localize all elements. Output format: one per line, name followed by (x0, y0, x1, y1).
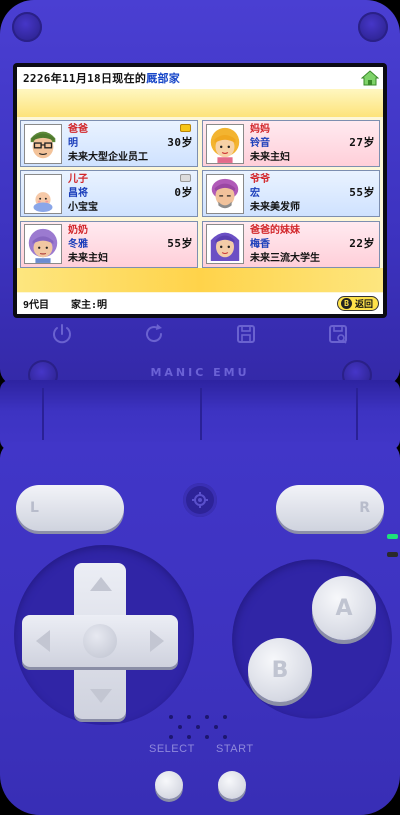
member-age: 0岁 (174, 186, 193, 200)
l-shoulder-button[interactable]: L (16, 485, 124, 531)
r-label: R (359, 500, 370, 516)
date-header: 2226年11月18日现在的 厩部家 (17, 67, 383, 89)
dpad-up-arrow-icon[interactable] (90, 577, 112, 591)
member-role: 奶奶 (68, 224, 88, 236)
aunt-portrait-icon (206, 224, 244, 265)
member-role: 妈妈 (250, 124, 270, 135)
sky-banner (17, 89, 383, 117)
member-age: 55岁 (167, 236, 193, 250)
ground-banner (17, 268, 383, 292)
a-label: A (335, 595, 353, 621)
b-key-icon: B (340, 298, 352, 309)
dpad-center (83, 624, 117, 658)
family-grid: 爸爸 明 未来大型企业员工 30岁 妈妈 铃音 未来主妇 27岁 儿子 昌将 小… (20, 120, 380, 268)
a-button[interactable]: A (312, 576, 376, 640)
crown-badge-icon (180, 174, 191, 183)
member-age: 55岁 (349, 186, 375, 200)
brand-logo: MANIC EMU (150, 366, 250, 379)
member-age: 27岁 (349, 136, 375, 149)
load-state-icon[interactable] (326, 322, 350, 346)
b-button[interactable]: B (248, 638, 312, 702)
b-label: B (271, 657, 289, 683)
member-future: 未来大型企业员工 (68, 152, 148, 163)
start-label: START (216, 743, 254, 755)
charge-led (387, 552, 398, 557)
member-future: 未来美发师 (250, 202, 300, 214)
family-card-son[interactable]: 儿子 昌将 小宝宝 0岁 (20, 170, 198, 218)
house-icon (361, 70, 379, 86)
select-label: SELECT (149, 743, 195, 755)
dpad[interactable] (22, 563, 178, 719)
save-state-icon[interactable] (234, 322, 258, 346)
generation-text: 9代目 (23, 300, 50, 311)
back-label: 返回 (354, 300, 373, 310)
back-button[interactable]: B 返回 (336, 296, 379, 311)
dpad-right-arrow-icon[interactable] (150, 630, 164, 652)
member-role: 爸爸 (68, 124, 88, 135)
restart-icon[interactable] (142, 322, 166, 346)
member-future: 未来三流大学生 (250, 252, 320, 264)
date-text: 2226年11月18日现在的 (23, 72, 147, 85)
dpad-down-arrow-icon[interactable] (90, 689, 112, 703)
select-button[interactable] (155, 771, 183, 799)
family-card-mom[interactable]: 妈妈 铃音 未来主妇 27岁 (202, 120, 380, 167)
member-future: 小宝宝 (68, 202, 98, 214)
mom-portrait-icon (206, 123, 244, 164)
member-role: 爸爸的妹妹 (250, 224, 300, 236)
member-age: 30岁 (167, 136, 193, 149)
start-button[interactable] (218, 771, 246, 799)
top-right-corner-button[interactable] (358, 12, 388, 42)
family-card-grandpa[interactable]: 爷爷 宏 未来美发师 55岁 (202, 170, 380, 218)
dpad-left-arrow-icon[interactable] (36, 630, 50, 652)
family-head-text: 家主:明 (71, 300, 108, 311)
member-age: 22岁 (349, 236, 375, 250)
top-left-corner-button[interactable] (12, 12, 42, 42)
status-footer: 9代目 家主:明 B 返回 (17, 293, 383, 314)
l-label: L (30, 500, 39, 516)
power-icon[interactable] (50, 322, 74, 346)
r-shoulder-button[interactable]: R (276, 485, 384, 531)
family-card-grandma[interactable]: 奶奶 冬雅 未来主妇 55岁 (20, 220, 198, 268)
speaker-grille (165, 713, 237, 739)
hinge (0, 380, 400, 450)
member-future: 未来主妇 (68, 252, 108, 264)
grandpa-portrait-icon (206, 173, 244, 214)
family-card-aunt[interactable]: 爸爸的妹妹 梅香 未来三流大学生 22岁 (202, 220, 380, 268)
family-card-dad[interactable]: 爸爸 明 未来大型企业员工 30岁 (20, 120, 198, 167)
dad-portrait-icon (24, 123, 62, 164)
game-screen[interactable]: 2226年11月18日现在的 厩部家 爸爸 明 未来大型企业员工 30岁 妈妈 … (17, 67, 383, 314)
member-future: 未来主妇 (250, 152, 290, 163)
settings-gear-icon[interactable] (183, 483, 217, 517)
power-led (387, 534, 398, 539)
baby-portrait-icon (24, 173, 62, 214)
grandma-portrait-icon (24, 224, 62, 265)
family-place: 厩部家 (146, 72, 181, 85)
crown-badge-icon (180, 124, 191, 132)
